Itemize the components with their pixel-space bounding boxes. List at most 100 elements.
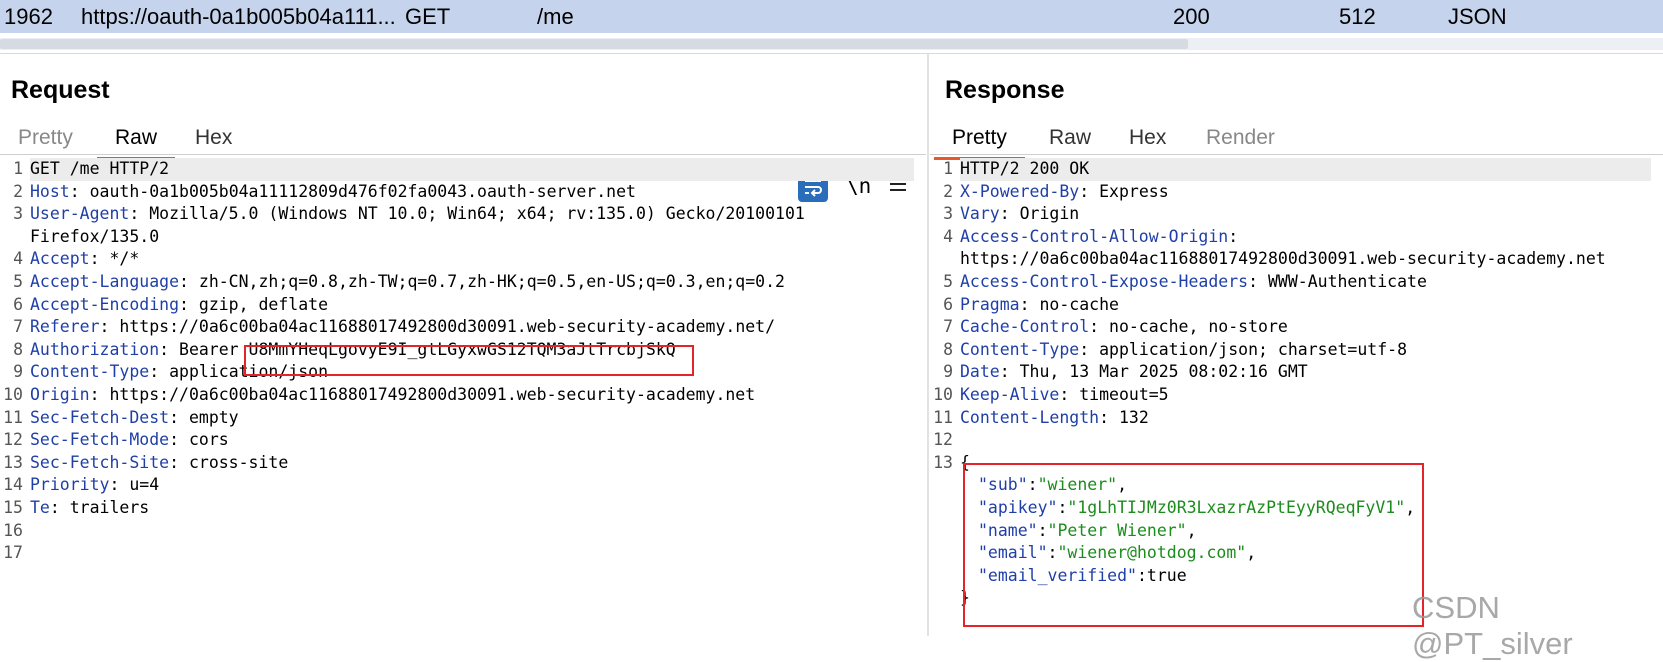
line-text: Keep-Alive: timeout=5 [960,384,1169,407]
line-number: 7 [943,317,953,337]
header-name: Authorization [30,339,160,359]
line-text: Sec-Fetch-Mode: cors [30,429,229,452]
line-text: Date: Thu, 13 Mar 2025 08:02:16 GMT [960,361,1308,384]
line-text: "apikey":"1gLhTIJMz0R3LxazrAzPtEyyRQeqFy… [978,497,1415,520]
line-text: Content-Type: application/json; charset=… [960,339,1407,362]
line-number: 12 [933,430,953,450]
line-text: Accept-Encoding: gzip, deflate [30,294,328,317]
line-text: Sec-Fetch-Dest: empty [30,407,239,430]
line-text: X-Powered-By: Express [960,181,1169,204]
json-value: true [1146,565,1187,585]
pane-divider[interactable] [927,54,929,636]
header-value: : WWW-Authenticate [1248,271,1427,291]
code-line: Firefox/135.0 [0,226,926,249]
header-value: : timeout=5 [1059,384,1169,404]
code-line: 9 Date: Thu, 13 Mar 2025 08:02:16 GMT [930,361,1663,384]
json-value: "1gLhTIJMz0R3LxazrAzPtEyyRQeqFyV1" [1067,497,1406,517]
code-line: 3 User-Agent: Mozilla/5.0 (Windows NT 10.… [0,203,926,226]
header-name: Sec-Fetch-Site [30,452,170,472]
line-text: "email_verified":true [978,565,1187,588]
tab-raw[interactable]: Raw [1049,122,1091,154]
code-line: 1 HTTP/2 200 OK [930,158,1663,181]
json-comma: , [1246,543,1257,563]
code-line: 4 Access-Control-Allow-Origin: [930,226,1663,249]
line-text: Firefox/135.0 [30,226,159,249]
line-number: 16 [3,520,23,540]
code-line: "sub":"wiener", [930,474,1663,497]
history-mime: JSON [1448,4,1507,29]
header-value: HTTP/2 200 OK [960,159,1090,178]
header-name: Access-Control-Allow-Origin [960,226,1229,246]
code-line: https://0a6c00ba04ac11688017492800d30091… [930,248,1663,271]
line-text: Accept-Language: zh-CN,zh;q=0.8,zh-TW;q=… [30,271,785,294]
line-text: Content-Length: 132 [960,407,1149,430]
tab-pretty[interactable]: Pretty [934,122,1025,160]
code-line: 8 Authorization: Bearer U8MmYHeqLgovyE9I_… [0,339,926,362]
header-name: Referer [30,317,100,337]
header-name: Accept-Language [30,271,180,291]
header-value: : Mozilla/5.0 (Windows NT 10.0; Win64; x… [129,204,805,224]
horizontal-scrollbar[interactable] [0,38,1663,50]
json-value: "Peter Wiener" [1047,520,1187,540]
code-line: 15 Te: trailers [0,497,926,520]
header-value: : no-cache [1019,294,1119,314]
json-key: "name" [978,520,1038,540]
line-number: 3 [943,204,953,224]
scrollbar-thumb[interactable] [0,39,1188,49]
line-number: 5 [13,271,23,291]
response-pane: Response Pretty Raw Hex Render 1 HTTP/2 2… [930,54,1663,636]
line-number: 13 [933,452,953,472]
tab-hex[interactable]: Hex [195,122,232,154]
line-text: } [960,587,970,610]
header-name: Host [30,181,70,201]
json-key: "apikey" [978,497,1058,517]
history-selected-row[interactable]: 1962 https://oauth-0a1b005b04a111... GET… [0,0,1663,33]
line-text: Vary: Origin [960,203,1079,226]
code-line: 16 [0,520,926,543]
request-pane: Request Pretty Raw Hex \n 1 GET /me HTTP/… [0,54,926,636]
line-text: HTTP/2 200 OK [960,158,1651,181]
line-text: Te: trailers [30,497,149,520]
line-number: 6 [943,294,953,314]
line-number: 14 [3,475,23,495]
code-line: 11 Content-Length: 132 [930,407,1663,430]
line-number: 2 [943,181,953,201]
tab-pretty[interactable]: Pretty [18,122,73,154]
line-number: 2 [13,181,23,201]
header-value: : [1228,226,1239,246]
header-value: : Thu, 13 Mar 2025 08:02:16 GMT [999,362,1308,382]
request-tab-rule [0,154,926,155]
header-value: : https://0a6c00ba04ac11688017492800d300… [89,384,756,404]
tab-raw[interactable]: Raw [96,122,176,160]
tab-hex[interactable]: Hex [1129,122,1166,154]
history-method: GET [405,4,451,29]
request-editor[interactable]: 1 GET /me HTTP/2 2 Host: oauth-0a1b005b04a1… [0,158,926,565]
header-value: : gzip, deflate [179,294,329,314]
response-editor[interactable]: 1 HTTP/2 200 OK 2 X-Powered-By: Express 3 Var… [930,158,1663,610]
header-value: : cross-site [169,452,289,472]
json-close-brace: } [960,588,970,608]
header-name: Content-Type [30,362,150,382]
header-value: GET /me HTTP/2 [30,159,170,178]
line-number: 1 [943,159,953,178]
json-key: "email_verified" [978,565,1137,585]
header-value: : application/json; charset=utf-8 [1079,339,1408,359]
header-value: : application/json [149,362,329,382]
line-number: 4 [943,226,953,246]
code-line: 10 Keep-Alive: timeout=5 [930,384,1663,407]
code-line: 5 Accept-Language: zh-CN,zh;q=0.8,zh-TW;q… [0,271,926,294]
header-value: : zh-CN,zh;q=0.8,zh-TW;q=0.7,zh-HK;q=0.5… [179,271,785,291]
history-id: 1962 [4,4,53,29]
history-path: /me [537,4,574,29]
header-name: Origin [30,384,90,404]
line-text: Origin: https://0a6c00ba04ac116880174928… [30,384,755,407]
line-text: Content-Type: application/json [30,361,328,384]
header-name: Sec-Fetch-Mode [30,430,170,450]
json-separator: : [1047,543,1058,563]
request-title: Request [11,76,110,104]
code-line: "email_verified":true [930,565,1663,588]
json-separator: : [1037,520,1048,540]
tab-render[interactable]: Render [1206,122,1275,154]
header-name: Sec-Fetch-Dest [30,407,170,427]
header-value: https://0a6c00ba04ac11688017492800d30091… [960,249,1606,269]
